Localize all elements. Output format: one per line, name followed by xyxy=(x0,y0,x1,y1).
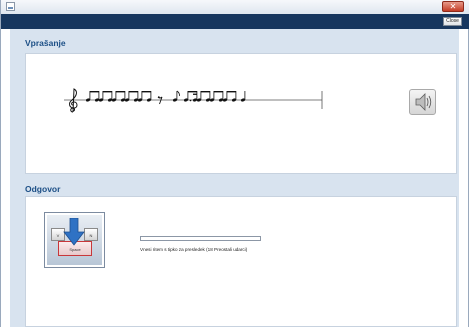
play-button[interactable] xyxy=(409,89,436,115)
rhythm-note-beamed-eighths xyxy=(85,91,100,102)
answer-area: V N Space Vnesi ritem s tipko za presled… xyxy=(25,196,457,327)
question-panel: Vprašanje xyxy=(10,29,459,179)
rhythm-note-beamed-eighths xyxy=(98,91,113,102)
rhythm-note-quarter-note xyxy=(240,91,246,102)
rhythm-note-beamed-eighths xyxy=(209,91,224,102)
window-title-bar[interactable]: ✕ xyxy=(1,0,469,15)
key-n: N xyxy=(84,228,98,241)
rhythm-note-beamed-eighths xyxy=(222,91,237,102)
rhythm-note-beamed-eighths xyxy=(196,91,211,102)
question-area xyxy=(25,53,457,174)
rhythm-note-dotted-eighth-sixteenth xyxy=(183,91,198,102)
keyboard-image: V N Space xyxy=(47,215,102,265)
rhythm-staff xyxy=(64,88,323,113)
rhythm-note-beamed-eighths xyxy=(137,91,152,102)
answer-panel: Odgovor V N Space Vnesi ritem s tipko za… xyxy=(10,179,459,327)
status-text: Vnesi ritem s tipko za presledek (18 Pre… xyxy=(140,247,248,252)
rhythm-note-beamed-eighths xyxy=(124,91,139,102)
top-toolbar: Close xyxy=(1,14,469,29)
treble-clef-icon xyxy=(69,88,78,113)
rhythm-note-beamed-eighths xyxy=(111,91,126,102)
speaker-icon xyxy=(415,93,432,111)
rhythm-note-eighth-note xyxy=(172,90,180,102)
close-button[interactable]: Close xyxy=(443,17,462,26)
application-window: ✕ Close Vprašanje Odgovor V N Space Vnes… xyxy=(0,0,469,327)
answer-title: Odgovor xyxy=(25,184,61,194)
question-title: Vprašanje xyxy=(25,38,66,48)
tap-button[interactable]: V N Space xyxy=(44,212,105,268)
arrow-down-icon xyxy=(63,218,85,246)
app-icon xyxy=(6,2,15,11)
window-close-button[interactable]: ✕ xyxy=(442,1,464,12)
progress-bar xyxy=(140,236,261,241)
